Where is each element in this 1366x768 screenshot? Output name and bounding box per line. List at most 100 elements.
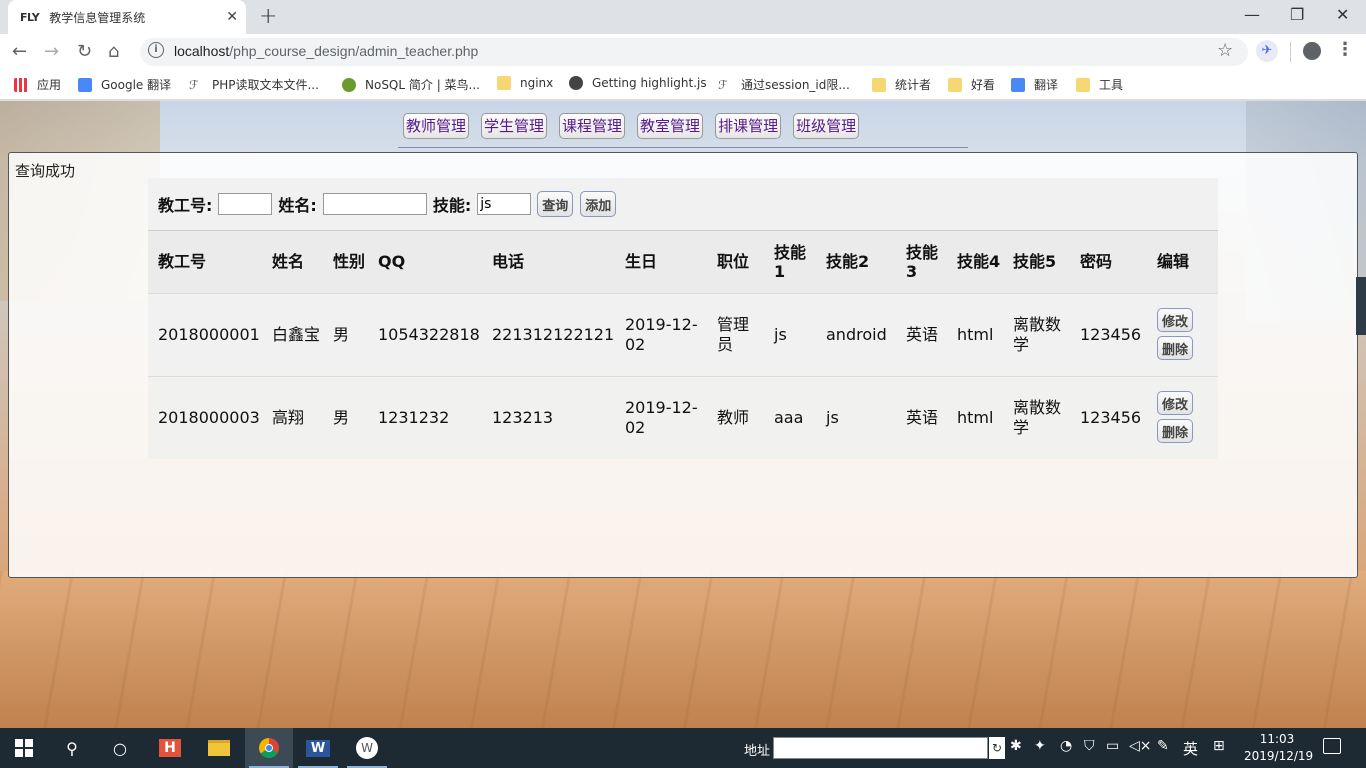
cell-skill4: html [947, 293, 1003, 377]
word-icon[interactable]: W [294, 728, 342, 768]
table-row: 2018000001 白鑫宝 男 1054322818 221312122121… [148, 293, 1218, 377]
back-icon[interactable]: ← [12, 42, 27, 62]
search-form: 教工号: 姓名: 技能: 查询 添加 [148, 178, 1218, 231]
system-clock[interactable]: 11:03 2019/12/19 [1244, 731, 1314, 765]
restore-icon[interactable]: ❐ [1290, 5, 1304, 24]
cell-position: 教师 [707, 376, 764, 459]
cell-skill3: 英语 [896, 376, 947, 459]
url-text[interactable]: localhost/php_course_design/admin_teache… [174, 43, 478, 59]
browser-tab[interactable]: FLY 教学信息管理系统 ✕ [8, 0, 246, 34]
notification-center-icon[interactable] [1323, 738, 1341, 754]
cell-name: 白鑫宝 [262, 293, 323, 377]
bookmark-label: nginx [520, 76, 554, 90]
apps-grid-icon [14, 77, 28, 92]
close-window-icon[interactable]: ✕ [1336, 5, 1349, 24]
status-message: 查询成功 [15, 162, 76, 180]
cell-password: 123456 [1070, 293, 1147, 377]
ime-mode-icon[interactable]: ⊞ [1213, 738, 1225, 754]
nav-teacher-management[interactable]: 教师管理 [403, 113, 470, 139]
skill-input[interactable] [477, 193, 532, 215]
bookmark-google-translate[interactable]: Google 翻译 [78, 76, 171, 93]
minimize-icon[interactable]: — [1244, 5, 1260, 24]
site-info-icon[interactable]: i [148, 42, 164, 58]
cell-skill4: html [947, 376, 1003, 459]
wordpress-icon[interactable]: W [343, 728, 391, 768]
name-label: 姓名: [278, 196, 317, 215]
profile-avatar-icon[interactable] [1303, 42, 1321, 60]
bookmark-translate[interactable]: 翻译 [1011, 76, 1058, 93]
cell-teacher-id: 2018000001 [148, 293, 262, 377]
add-button[interactable]: 添加 [580, 191, 617, 217]
app-tray-icon[interactable]: ✦ [1034, 738, 1046, 754]
bookmark-haokan[interactable]: 好看 [948, 76, 995, 93]
new-tab-icon[interactable]: + [259, 4, 277, 29]
folder-icon [497, 76, 511, 90]
globe-icon [569, 76, 583, 90]
search-icon[interactable]: ⚲ [48, 728, 96, 768]
close-tab-icon[interactable]: ✕ [226, 9, 238, 25]
bookmark-label: 翻译 [1034, 78, 1059, 92]
bookmark-highlightjs[interactable]: Getting highlight.js [569, 76, 707, 90]
folder-icon [872, 77, 886, 92]
cell-skill1: aaa [764, 376, 816, 459]
nav-student-management[interactable]: 学生管理 [481, 113, 548, 139]
cell-birthday: 2019-12-02 [615, 293, 707, 377]
home-icon[interactable]: ⌂ [108, 42, 119, 62]
nav-schedule-management[interactable]: 排课管理 [715, 113, 782, 139]
battery-icon[interactable]: ▭ [1106, 738, 1119, 754]
bookmark-apps[interactable]: 应用 [14, 76, 61, 93]
forward-icon[interactable]: → [44, 42, 59, 62]
url-host: localhost [174, 43, 230, 59]
reload-icon[interactable]: ↻ [77, 42, 92, 62]
favicon-icon: FLY [20, 10, 40, 24]
teacher-id-input[interactable] [218, 193, 273, 215]
bookmark-session-id[interactable]: ℱ 通过session_id限... [718, 76, 850, 93]
cell-skill2: js [816, 376, 896, 459]
extension-icon[interactable]: ✈ [1256, 40, 1278, 62]
volume-muted-icon[interactable]: ◁× [1129, 738, 1152, 754]
nav-classroom-management[interactable]: 教室管理 [637, 113, 704, 139]
edit-button[interactable]: 修改 [1157, 391, 1193, 416]
wifi-icon[interactable]: ◔ [1060, 738, 1072, 754]
tab-title: 教学信息管理系统 [49, 10, 146, 25]
cell-skill3: 英语 [896, 293, 947, 377]
cell-edit: 修改 删除 [1147, 293, 1218, 377]
bookmark-nosql[interactable]: NoSQL 简介 | 菜鸟... [342, 76, 480, 93]
cell-gender: 男 [323, 293, 368, 377]
bookmark-tools[interactable]: 工具 [1076, 76, 1123, 93]
bookmark-nginx[interactable]: nginx [497, 76, 553, 90]
task-view-icon[interactable]: ○ [96, 728, 144, 768]
bookmark-php-read[interactable]: ℱ PHP读取文本文件... [189, 76, 319, 93]
name-input[interactable] [322, 193, 427, 215]
bookmark-star-icon[interactable]: ☆ [1217, 40, 1233, 61]
address-toolbar-input[interactable] [773, 737, 988, 759]
nav-class-management[interactable]: 班级管理 [793, 113, 860, 139]
bookmarks-bar: 应用 Google 翻译 ℱ PHP读取文本文件... NoSQL 简介 | 菜鸟… [0, 70, 1366, 100]
bookmark-label: NoSQL 简介 | 菜鸟... [365, 78, 480, 92]
more-menu-icon[interactable]: ⋮ [1336, 39, 1354, 60]
file-explorer-icon[interactable] [195, 728, 243, 768]
hbuilder-icon[interactable]: H [146, 728, 194, 768]
bluetooth-icon[interactable]: ✱ [1010, 738, 1022, 754]
address-go-icon[interactable]: ↻ [989, 737, 1005, 759]
bookmark-stats[interactable]: 统计者 [872, 76, 931, 93]
clock-date: 2019/12/19 [1244, 749, 1314, 763]
edit-button[interactable]: 修改 [1157, 308, 1193, 332]
col-header: 技能4 [947, 231, 1003, 294]
col-header: 技能5 [1003, 231, 1070, 294]
nav-course-management[interactable]: 课程管理 [559, 113, 626, 139]
page-scrollbar[interactable] [1356, 277, 1366, 335]
cell-skill1: js [764, 293, 816, 377]
delete-button[interactable]: 删除 [1157, 336, 1193, 360]
cell-phone: 123213 [482, 376, 615, 459]
start-button[interactable] [0, 728, 48, 768]
query-button[interactable]: 查询 [537, 191, 574, 217]
delete-button[interactable]: 删除 [1157, 419, 1193, 444]
col-header: 电话 [482, 231, 615, 294]
pen-icon[interactable]: ✎ [1157, 738, 1169, 754]
col-header: 生日 [615, 231, 707, 294]
col-header: 姓名 [262, 231, 323, 294]
input-language[interactable]: 英 [1183, 738, 1198, 759]
chrome-taskbar-icon[interactable] [245, 728, 293, 768]
security-shield-icon[interactable]: ⛉ [1084, 738, 1095, 754]
